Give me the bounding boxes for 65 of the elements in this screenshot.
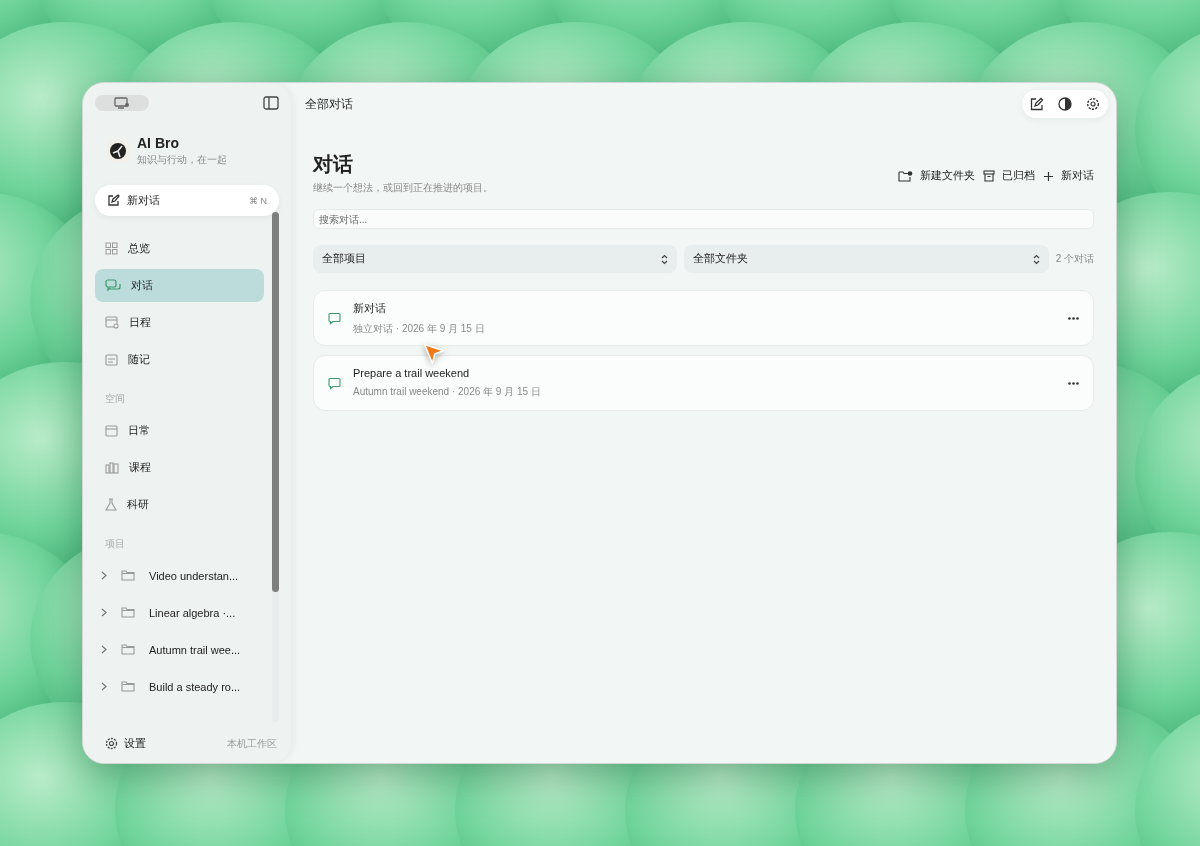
folder-icon <box>121 570 135 581</box>
archive-icon <box>983 170 995 182</box>
nav-item[interactable]: 总览 <box>95 232 264 265</box>
page-subtitle: 继续一个想法，或回到正在推进的项目。 <box>313 181 493 195</box>
filter-dropdown[interactable]: 全部项目 <box>313 245 678 273</box>
conversation-meta: 独立对话 · 2026 年 9 月 15 日 <box>353 321 486 336</box>
folder-icon <box>121 644 135 655</box>
folder-plus-icon <box>898 170 913 182</box>
workspace-switch-button[interactable] <box>95 95 149 111</box>
updown-icon <box>661 253 669 265</box>
compose-icon[interactable] <box>1030 97 1044 111</box>
project-item[interactable]: Linear algebra ·... <box>95 596 272 629</box>
nav-item[interactable]: 日程 <box>95 306 264 339</box>
settings-button[interactable]: 设置 <box>105 736 146 751</box>
calendar-icon <box>105 316 119 329</box>
books-icon <box>105 461 119 474</box>
app-name: AI Bro <box>137 135 180 151</box>
conversation-count: 2 个对话 <box>1055 252 1094 266</box>
conversation-title: Prepare a trail weekend <box>353 367 471 379</box>
settings-icon[interactable] <box>1086 97 1100 111</box>
nav-item[interactable]: 随记 <box>95 343 264 376</box>
more-icon[interactable] <box>1068 316 1079 320</box>
conversation-title: 新对话 <box>353 300 387 316</box>
project-item[interactable]: Autumn trail wee... <box>95 633 272 666</box>
action-button[interactable]: 已归档 <box>983 169 1035 183</box>
plus-icon <box>1043 170 1054 182</box>
sidebar-toggle-icon[interactable] <box>263 96 279 110</box>
flask-icon <box>105 498 117 511</box>
updown-icon <box>1032 253 1040 265</box>
action-button[interactable]: 新对话 <box>1043 169 1094 183</box>
settings-icon <box>105 737 118 750</box>
folder-icon <box>121 681 135 692</box>
search-field[interactable]: 搜索对话... <box>313 209 1094 229</box>
chat-bubble-icon <box>328 376 341 390</box>
section-heading: 项目 <box>104 537 126 551</box>
compose-icon <box>107 194 120 207</box>
project-item[interactable]: Build a steady ro... <box>95 670 272 703</box>
window-icon <box>105 424 118 437</box>
chat-bubbles-icon <box>105 278 121 293</box>
workspace-label: 本机工作区 <box>227 736 277 751</box>
conversation-card[interactable]: Prepare a trail weekend Autumn trail weekend · 2026 年 9 月 15 日 <box>313 355 1094 411</box>
app-tagline: 知识与行动，在一起 <box>137 153 227 167</box>
action-button[interactable]: 新建文件夹 <box>898 169 975 183</box>
conversation-card[interactable]: 新对话 独立对话 · 2026 年 9 月 15 日 <box>313 290 1094 346</box>
filter-dropdown[interactable]: 全部文件夹 <box>684 245 1049 273</box>
project-item[interactable]: Video understan... <box>95 559 272 592</box>
shortcut-hint: ⌘ N <box>249 195 267 206</box>
space-item[interactable]: 课程 <box>95 451 264 484</box>
contrast-icon[interactable] <box>1058 97 1072 111</box>
page-heading: 对话 <box>313 153 354 175</box>
space-item[interactable]: 科研 <box>95 488 264 521</box>
grid-icon <box>105 242 118 255</box>
more-icon[interactable] <box>1068 381 1079 385</box>
note-icon <box>105 353 118 366</box>
window-title: 全部对话 <box>305 95 353 113</box>
section-heading: 空间 <box>104 392 126 406</box>
new-chat-button[interactable]: 新对话 ⌘ N <box>95 185 279 216</box>
chat-bubble-icon <box>328 311 341 325</box>
conversation-meta: Autumn trail weekend · 2026 年 9 月 15 日 <box>353 385 542 399</box>
monitor-icon <box>114 97 130 109</box>
scrollbar-thumb[interactable] <box>272 212 279 592</box>
space-item[interactable]: 日常 <box>95 414 264 447</box>
app-logo-icon <box>107 140 129 162</box>
folder-icon <box>121 607 135 618</box>
nav-item[interactable]: 对话 <box>95 269 264 302</box>
